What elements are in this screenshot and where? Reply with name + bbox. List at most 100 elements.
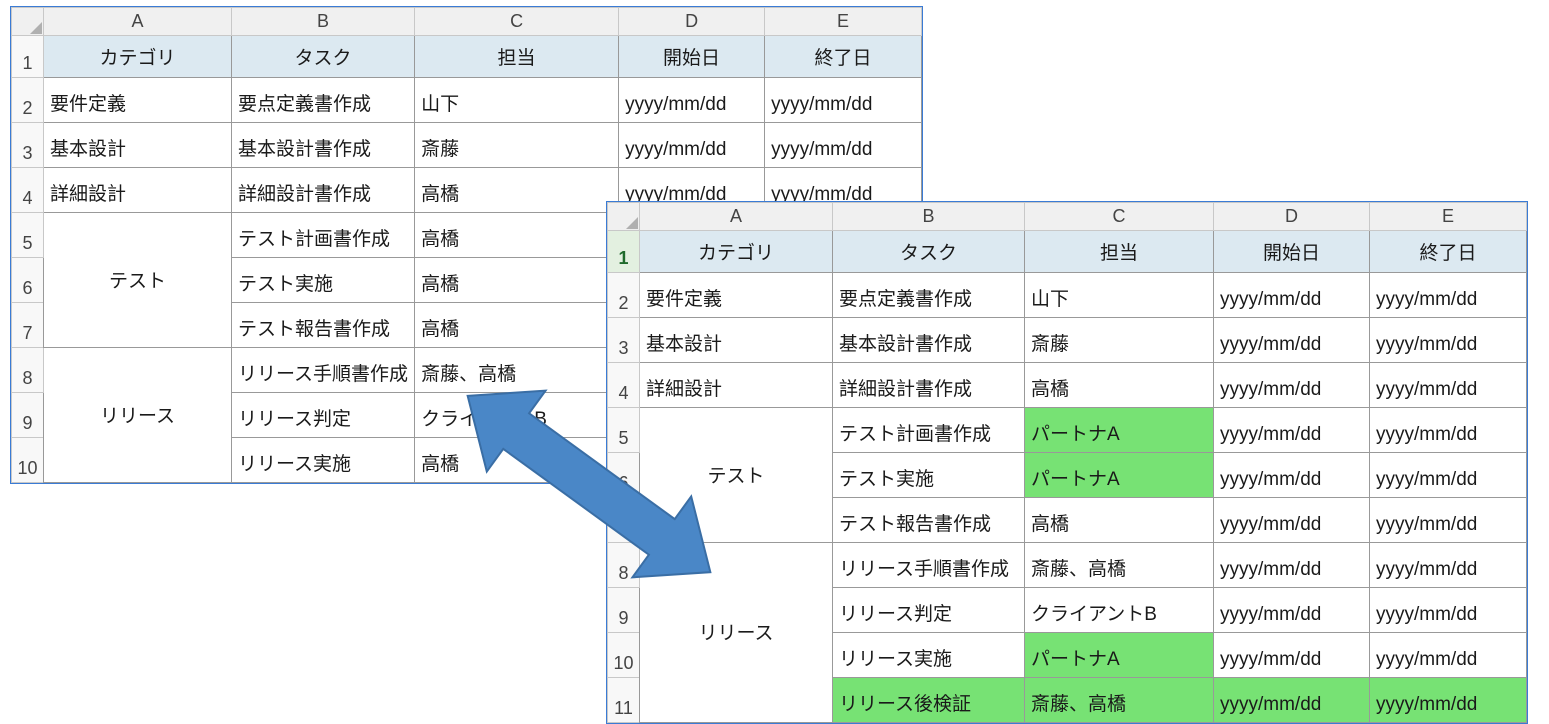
- row-header[interactable]: 2: [608, 273, 640, 318]
- cell[interactable]: 詳細設計: [44, 168, 232, 213]
- cell[interactable]: yyyy/mm/dd: [1370, 318, 1527, 363]
- cell[interactable]: 斎藤: [415, 123, 619, 168]
- cell-header-category[interactable]: カテゴリ: [44, 36, 232, 78]
- cell[interactable]: 基本設計: [44, 123, 232, 168]
- cell[interactable]: 高橋: [415, 213, 619, 258]
- row-header[interactable]: 9: [12, 393, 44, 438]
- cell[interactable]: yyyy/mm/dd: [1214, 543, 1370, 588]
- cell[interactable]: 山下: [1025, 273, 1214, 318]
- cell[interactable]: yyyy/mm/dd: [1370, 588, 1527, 633]
- cell-merged[interactable]: テスト: [640, 408, 833, 543]
- cell[interactable]: リリース実施: [833, 633, 1025, 678]
- cell[interactable]: 高橋: [1025, 498, 1214, 543]
- cell[interactable]: 高橋: [415, 303, 619, 348]
- row-header[interactable]: 10: [608, 633, 640, 678]
- cell-header-category[interactable]: カテゴリ: [640, 231, 833, 273]
- cell-merged[interactable]: テスト: [44, 213, 232, 348]
- cell[interactable]: 高橋: [415, 258, 619, 303]
- cell[interactable]: テスト実施: [232, 258, 415, 303]
- cell-merged[interactable]: リリース: [44, 348, 232, 483]
- cell[interactable]: yyyy/mm/dd: [1370, 408, 1527, 453]
- cell-highlight[interactable]: リリース後検証: [833, 678, 1025, 723]
- cell[interactable]: 基本設計: [640, 318, 833, 363]
- cell[interactable]: テスト計画書作成: [833, 408, 1025, 453]
- cell[interactable]: 要点定義書作成: [833, 273, 1025, 318]
- row-header[interactable]: 5: [608, 408, 640, 453]
- row-header[interactable]: 6: [608, 453, 640, 498]
- cell[interactable]: yyyy/mm/dd: [1370, 543, 1527, 588]
- cell[interactable]: 要点定義書作成: [232, 78, 415, 123]
- cell[interactable]: yyyy/mm/dd: [1370, 273, 1527, 318]
- cell[interactable]: yyyy/mm/dd: [1370, 498, 1527, 543]
- cell[interactable]: 基本設計書作成: [232, 123, 415, 168]
- cell-header-start[interactable]: 開始日: [619, 36, 765, 78]
- cell[interactable]: リリース判定: [232, 393, 415, 438]
- row-header[interactable]: 10: [12, 438, 44, 483]
- cell[interactable]: yyyy/mm/dd: [765, 123, 922, 168]
- row-header[interactable]: 5: [12, 213, 44, 258]
- row-header[interactable]: 1: [12, 36, 44, 78]
- cell[interactable]: yyyy/mm/dd: [1370, 363, 1527, 408]
- col-header-D[interactable]: D: [1214, 203, 1370, 231]
- cell[interactable]: テスト実施: [833, 453, 1025, 498]
- row-header[interactable]: 3: [608, 318, 640, 363]
- col-header-C[interactable]: C: [415, 8, 619, 36]
- cell[interactable]: yyyy/mm/dd: [1214, 588, 1370, 633]
- cell[interactable]: 斎藤、高橋: [415, 348, 619, 393]
- cell[interactable]: yyyy/mm/dd: [1214, 273, 1370, 318]
- cell[interactable]: yyyy/mm/dd: [765, 78, 922, 123]
- row-header[interactable]: 4: [12, 168, 44, 213]
- cell-header-assignee[interactable]: 担当: [1025, 231, 1214, 273]
- cell[interactable]: 要件定義: [640, 273, 833, 318]
- cell[interactable]: 基本設計書作成: [833, 318, 1025, 363]
- row-header[interactable]: 7: [608, 498, 640, 543]
- cell[interactable]: 高橋: [415, 438, 619, 483]
- cell[interactable]: 詳細設計書作成: [232, 168, 415, 213]
- cell[interactable]: yyyy/mm/dd: [1214, 318, 1370, 363]
- cell-highlight[interactable]: パートナA: [1025, 633, 1214, 678]
- row-header[interactable]: 2: [12, 78, 44, 123]
- col-header-C[interactable]: C: [1025, 203, 1214, 231]
- cell[interactable]: リリース判定: [833, 588, 1025, 633]
- col-header-A[interactable]: A: [640, 203, 833, 231]
- cell[interactable]: yyyy/mm/dd: [619, 123, 765, 168]
- cell-highlight[interactable]: パートナA: [1025, 453, 1214, 498]
- cell[interactable]: リリース実施: [232, 438, 415, 483]
- cell-highlight[interactable]: パートナA: [1025, 408, 1214, 453]
- col-header-B[interactable]: B: [232, 8, 415, 36]
- cell-highlight[interactable]: yyyy/mm/dd: [1370, 678, 1527, 723]
- col-header-B[interactable]: B: [833, 203, 1025, 231]
- cell[interactable]: yyyy/mm/dd: [1214, 453, 1370, 498]
- cell-header-task[interactable]: タスク: [232, 36, 415, 78]
- cell[interactable]: yyyy/mm/dd: [1370, 633, 1527, 678]
- cell[interactable]: 高橋: [415, 168, 619, 213]
- row-header[interactable]: 8: [12, 348, 44, 393]
- cell[interactable]: テスト報告書作成: [833, 498, 1025, 543]
- col-header-E[interactable]: E: [765, 8, 922, 36]
- cell-merged[interactable]: リリース: [640, 543, 833, 723]
- col-header-D[interactable]: D: [619, 8, 765, 36]
- row-header[interactable]: 4: [608, 363, 640, 408]
- cell[interactable]: クライアントB: [415, 393, 619, 438]
- cell[interactable]: 要件定義: [44, 78, 232, 123]
- row-header[interactable]: 9: [608, 588, 640, 633]
- grid-b[interactable]: A B C D E 1 カテゴリ タスク 担当 開始日 終了日 2 要件定義 要…: [607, 202, 1527, 723]
- cell-header-end[interactable]: 終了日: [765, 36, 922, 78]
- cell-highlight[interactable]: yyyy/mm/dd: [1214, 678, 1370, 723]
- cell[interactable]: 高橋: [1025, 363, 1214, 408]
- cell[interactable]: yyyy/mm/dd: [1214, 498, 1370, 543]
- row-header[interactable]: 7: [12, 303, 44, 348]
- cell[interactable]: テスト報告書作成: [232, 303, 415, 348]
- cell[interactable]: yyyy/mm/dd: [1214, 633, 1370, 678]
- cell[interactable]: リリース手順書作成: [232, 348, 415, 393]
- cell-header-end[interactable]: 終了日: [1370, 231, 1527, 273]
- cell[interactable]: yyyy/mm/dd: [1370, 453, 1527, 498]
- col-header-E[interactable]: E: [1370, 203, 1527, 231]
- cell-header-start[interactable]: 開始日: [1214, 231, 1370, 273]
- cell-header-assignee[interactable]: 担当: [415, 36, 619, 78]
- cell[interactable]: yyyy/mm/dd: [1214, 408, 1370, 453]
- select-all-corner[interactable]: [608, 203, 640, 231]
- row-header[interactable]: 11: [608, 678, 640, 723]
- cell[interactable]: クライアントB: [1025, 588, 1214, 633]
- row-header[interactable]: 6: [12, 258, 44, 303]
